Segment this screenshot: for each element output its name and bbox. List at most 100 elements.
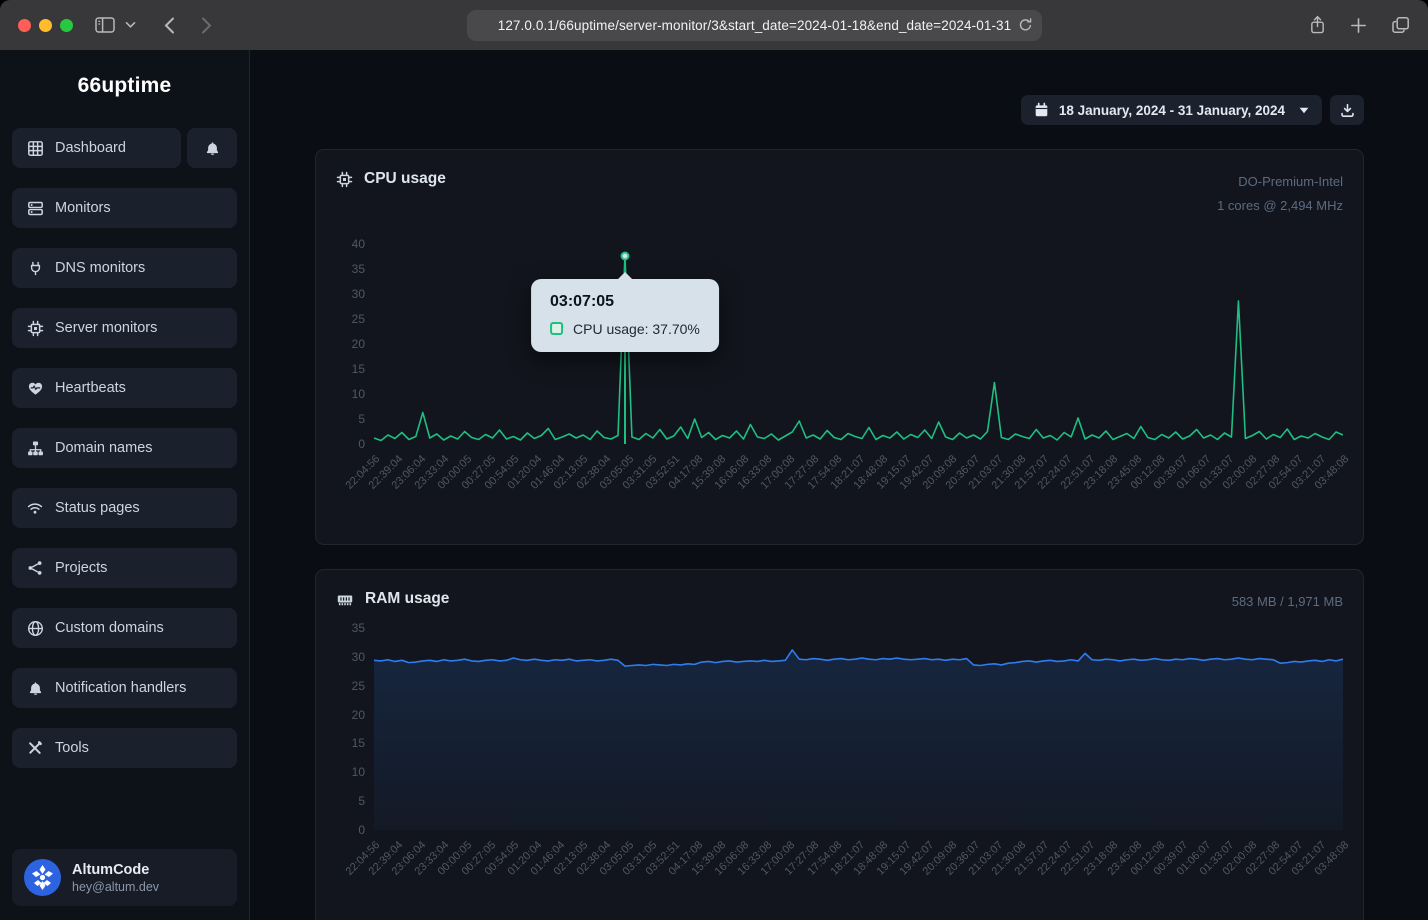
sidebar: 66uptime Dashboard Monitors DNS monitors Se…: [0, 50, 250, 920]
y-tick-label: 30: [352, 650, 365, 664]
ram-y-axis: 35302520151050: [336, 628, 374, 830]
sidebar-item-custom-domains[interactable]: Custom domains: [12, 608, 237, 648]
tools-icon: [26, 740, 44, 756]
cpu-y-axis: 4035302520151050: [336, 244, 374, 444]
sidebar-item-server-monitors[interactable]: Server monitors: [12, 308, 237, 348]
sidebar-item-label: Tools: [55, 740, 89, 756]
sidebar-item-tools[interactable]: Tools: [12, 728, 237, 768]
ram-chart: 35302520151050 22:04:5622:39:0423:06:042…: [336, 628, 1343, 910]
y-tick-label: 0: [358, 823, 365, 837]
close-window-button[interactable]: [18, 19, 31, 32]
y-tick-label: 10: [352, 765, 365, 779]
minimize-window-button[interactable]: [39, 19, 52, 32]
y-tick-label: 20: [352, 708, 365, 722]
account-name: AltumCode: [72, 862, 159, 878]
tooltip-series-swatch: [550, 322, 563, 335]
cpu-data-point-marker: [620, 251, 629, 260]
chevron-down-icon[interactable]: [125, 21, 136, 29]
sitemap-icon: [26, 440, 44, 457]
sidebar-item-label: Custom domains: [55, 620, 164, 636]
y-tick-label: 5: [358, 794, 365, 808]
app-logo: 66uptime: [12, 74, 237, 98]
heart-icon: [26, 380, 44, 397]
sidebar-item-label: Domain names: [55, 440, 153, 456]
y-tick-label: 35: [352, 262, 365, 276]
zoom-window-button[interactable]: [60, 19, 73, 32]
sidebar-item-label: DNS monitors: [55, 260, 145, 276]
tooltip-time: 03:07:05: [550, 293, 700, 311]
url-text: 127.0.0.1/66uptime/server-monitor/3&star…: [498, 18, 1012, 33]
sidebar-item-label: Notification handlers: [55, 680, 186, 696]
caret-down-icon: [1299, 107, 1309, 114]
chart-tooltip: 03:07:05 CPU usage: 37.70%: [531, 279, 719, 352]
sidebar-item-status-pages[interactable]: Status pages: [12, 488, 237, 528]
ram-x-axis: 22:04:5622:39:0423:06:0423:33:0400:00:05…: [374, 830, 1343, 910]
cpu-plan-label: DO-Premium-Intel: [1217, 170, 1343, 194]
sidebar-item-label: Dashboard: [55, 140, 126, 156]
cpu-card-title: CPU usage: [364, 170, 446, 188]
y-tick-label: 0: [358, 437, 365, 451]
share-icon[interactable]: [1309, 15, 1326, 35]
bell-icon: [26, 680, 44, 697]
sidebar-item-notification-handlers[interactable]: Notification handlers: [12, 668, 237, 708]
sidebar-item-monitors[interactable]: Monitors: [12, 188, 237, 228]
ram-card-title: RAM usage: [365, 590, 449, 608]
y-tick-label: 25: [352, 679, 365, 693]
download-icon: [1340, 103, 1355, 118]
sidebar-toggle-icon[interactable]: [95, 16, 115, 34]
ram-plot-area[interactable]: [374, 628, 1343, 830]
y-tick-label: 10: [352, 387, 365, 401]
grid-icon: [26, 140, 44, 157]
calendar-icon: [1034, 102, 1049, 118]
y-tick-label: 40: [352, 237, 365, 251]
avatar: [24, 859, 61, 896]
browser-chrome: 127.0.0.1/66uptime/server-monitor/3&star…: [0, 0, 1428, 50]
address-bar[interactable]: 127.0.0.1/66uptime/server-monitor/3&star…: [467, 10, 1042, 41]
tooltip-value: CPU usage: 37.70%: [573, 321, 700, 337]
back-button[interactable]: [164, 17, 175, 34]
y-tick-label: 15: [352, 736, 365, 750]
chip-icon: [26, 320, 44, 337]
notifications-button[interactable]: [187, 128, 237, 168]
ram-usage-card: RAM usage 583 MB / 1,971 MB 35 30 25 20 15 10…: [315, 569, 1364, 920]
sidebar-item-label: Monitors: [55, 200, 111, 216]
reload-icon[interactable]: [1018, 17, 1033, 33]
y-tick-label: 30: [352, 287, 365, 301]
new-tab-icon[interactable]: [1350, 17, 1367, 34]
sidebar-item-domain-names[interactable]: Domain names: [12, 428, 237, 468]
sidebar-item-projects[interactable]: Projects: [12, 548, 237, 588]
sidebar-item-label: Status pages: [55, 500, 140, 516]
date-range-label: 18 January, 2024 - 31 January, 2024: [1059, 103, 1285, 118]
globe-icon: [26, 620, 44, 637]
download-report-button[interactable]: [1330, 95, 1364, 125]
y-tick-label: 25: [352, 312, 365, 326]
tab-overview-icon[interactable]: [1391, 16, 1410, 34]
y-tick-label: 5: [358, 412, 365, 426]
sidebar-item-label: Projects: [55, 560, 107, 576]
sidebar-item-heartbeats[interactable]: Heartbeats: [12, 368, 237, 408]
cpu-icon: [336, 171, 353, 188]
traffic-lights: [18, 19, 73, 32]
ram-total-label: 583 MB / 1,971 MB: [1232, 590, 1343, 614]
cpu-cores-label: 1 cores @ 2,494 MHz: [1217, 194, 1343, 218]
cpu-usage-card: CPU usage DO-Premium-Intel 1 cores @ 2,4…: [315, 149, 1364, 545]
y-tick-label: 35: [352, 621, 365, 635]
main-content: 18 January, 2024 - 31 January, 2024: [250, 50, 1428, 920]
account-card[interactable]: AltumCode hey@altum.dev: [12, 849, 237, 906]
toolbar: 18 January, 2024 - 31 January, 2024: [315, 95, 1364, 125]
ram-icon: [336, 591, 354, 608]
date-range-picker[interactable]: 18 January, 2024 - 31 January, 2024: [1021, 95, 1322, 125]
sidebar-menu: Dashboard Monitors DNS monitors Server moni…: [12, 128, 237, 768]
cpu-chart: 4035302520151050 03:07:05 CPU usage: 37.…: [336, 244, 1343, 524]
sidebar-item-dns-monitors[interactable]: DNS monitors: [12, 248, 237, 288]
browser-window: 127.0.0.1/66uptime/server-monitor/3&star…: [0, 0, 1428, 920]
forward-button[interactable]: [201, 17, 212, 34]
y-tick-label: 20: [352, 337, 365, 351]
sidebar-item-label: Server monitors: [55, 320, 157, 336]
cpu-series-line: [374, 256, 1343, 441]
sidebar-item-dashboard[interactable]: Dashboard: [12, 128, 181, 168]
sidebar-item-label: Heartbeats: [55, 380, 126, 396]
nodes-icon: [26, 560, 44, 576]
server-icon: [26, 200, 44, 217]
cpu-plot-area[interactable]: 03:07:05 CPU usage: 37.70%: [374, 244, 1343, 444]
